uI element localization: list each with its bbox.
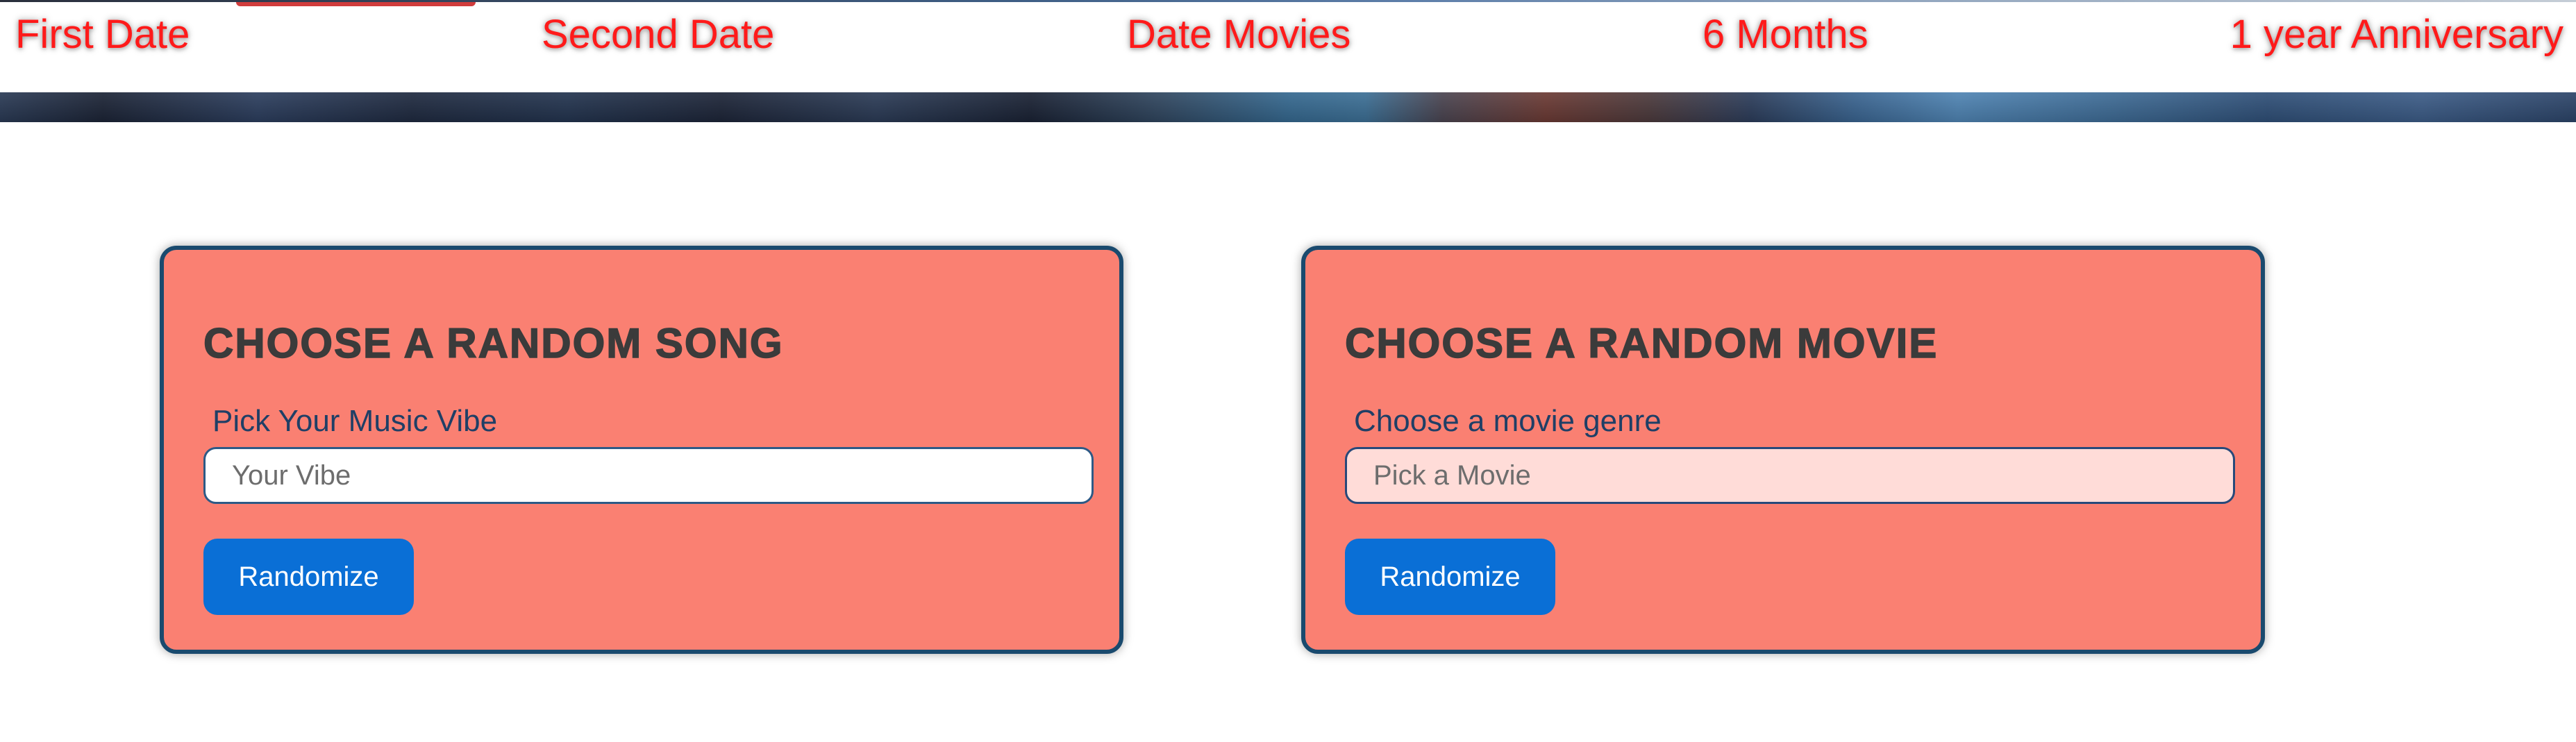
- nav-link-6-months[interactable]: 6 Months: [1703, 9, 1868, 60]
- header-banner-image: [0, 92, 2576, 122]
- movie-card-title: CHOOSE A RANDOM MOVIE: [1344, 319, 1939, 367]
- movie-genre-input[interactable]: [1345, 447, 2235, 504]
- nav-link-date-movies[interactable]: Date Movies: [1127, 9, 1350, 60]
- nav-link-second-date[interactable]: Second Date: [542, 9, 774, 60]
- random-movie-card: CHOOSE A RANDOM MOVIE Choose a movie gen…: [1301, 246, 2265, 654]
- nav-link-1-year-anniversary[interactable]: 1 year Anniversary: [2230, 9, 2564, 60]
- music-vibe-input[interactable]: [203, 447, 1094, 504]
- randomize-song-button[interactable]: Randomize: [203, 539, 414, 615]
- song-card-title: CHOOSE A RANDOM SONG: [203, 319, 784, 367]
- nav-link-first-date[interactable]: First Date: [15, 9, 190, 60]
- random-song-card: CHOOSE A RANDOM SONG Pick Your Music Vib…: [160, 246, 1123, 654]
- randomize-movie-button[interactable]: Randomize: [1345, 539, 1555, 615]
- top-nav: First Date Second Date Date Movies 6 Mon…: [0, 2, 2576, 92]
- nav-decoration: [236, 2, 476, 6]
- page: First Date Second Date Date Movies 6 Mon…: [0, 0, 2576, 742]
- movie-genre-label: Choose a movie genre: [1354, 404, 1662, 438]
- music-vibe-label: Pick Your Music Vibe: [212, 404, 498, 438]
